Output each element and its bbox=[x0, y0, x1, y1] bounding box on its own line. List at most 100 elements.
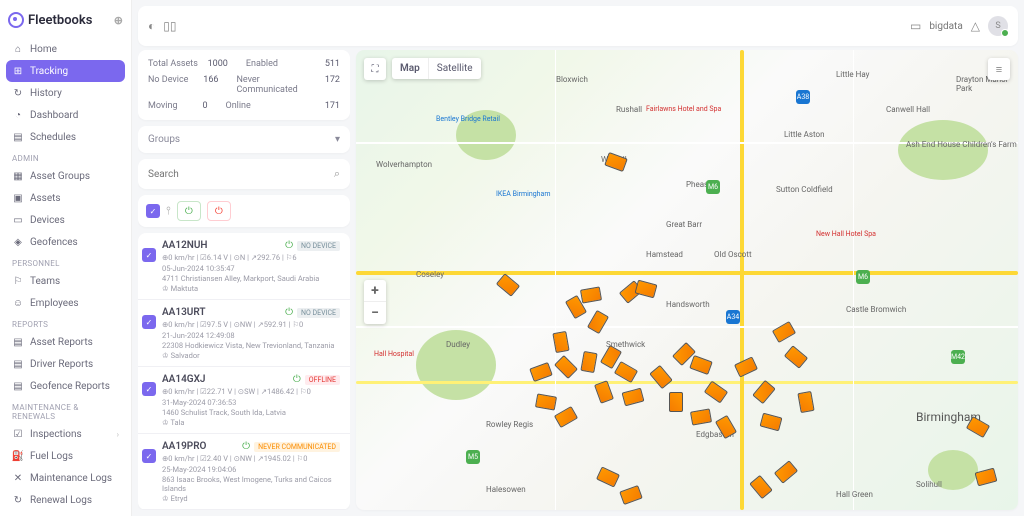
zoom-out-button[interactable]: − bbox=[364, 302, 386, 324]
nav-fuel-logs[interactable]: ⛽Fuel Logs bbox=[6, 445, 125, 467]
section-title: REPORTS bbox=[6, 314, 125, 331]
nav-schedules[interactable]: ▤Schedules bbox=[6, 126, 125, 148]
place-label: Solihull bbox=[916, 480, 942, 489]
asset-card[interactable]: ✓ AA12NUH⏻NO DEVICE ⊕0 km/hr | ☑6.14 V |… bbox=[138, 233, 350, 300]
nav-geofences[interactable]: ◈Geofences bbox=[6, 231, 125, 253]
asset-card[interactable]: ✓ AA19PRO⏻NEVER COMMUNICATED ⊕0 km/hr | … bbox=[138, 434, 350, 510]
card-icon[interactable]: ▭ bbox=[910, 19, 921, 33]
place-label: Little Aston bbox=[784, 130, 825, 139]
place-label: Wolverhampton bbox=[376, 160, 432, 169]
nav-driver-reports[interactable]: ▤Driver Reports bbox=[6, 353, 125, 375]
avatar[interactable]: S bbox=[988, 16, 1008, 36]
nav-asset-reports[interactable]: ▤Asset Reports bbox=[6, 331, 125, 353]
asset-checkbox[interactable]: ✓ bbox=[142, 449, 156, 463]
asset-id: AA19PRO bbox=[162, 441, 206, 452]
asset-checkbox[interactable]: ✓ bbox=[142, 382, 156, 396]
nav-teams[interactable]: ⚐Teams bbox=[6, 270, 125, 292]
status-badge: NO DEVICE bbox=[297, 308, 340, 318]
tracking-icon: ⊞ bbox=[12, 65, 24, 77]
place-label: Handsworth bbox=[666, 300, 710, 309]
asset-list: ✓ AA12NUH⏻NO DEVICE ⊕0 km/hr | ☑6.14 V |… bbox=[138, 233, 350, 510]
asset-meta: ⊕0 km/hr | ☑22.71 V | ⊙SW | ↗1486.42 | ⚐… bbox=[162, 387, 340, 396]
section-title: CONFIG bbox=[6, 511, 125, 516]
asset-timestamp: 31-May-2024 07:36:53 bbox=[162, 398, 340, 407]
bigdata-label[interactable]: bigdata bbox=[929, 21, 962, 32]
nav-tracking[interactable]: ⊞Tracking bbox=[6, 60, 125, 82]
nav-assets[interactable]: ▣Assets bbox=[6, 187, 125, 209]
zoom-in-button[interactable]: + bbox=[364, 280, 386, 302]
asset-checkbox[interactable]: ✓ bbox=[142, 315, 156, 329]
power-icon: ⏻ bbox=[285, 240, 293, 251]
moon-icon[interactable]: ◐ bbox=[148, 19, 155, 33]
asset-driver: ♔ Etryd bbox=[162, 494, 340, 503]
place-label: Ash End House Children's Farm bbox=[906, 140, 1017, 149]
asset-driver: ♔ Maktuta bbox=[162, 284, 340, 293]
brand-name: Fleetbooks bbox=[28, 13, 92, 28]
map-type-toggle: Map Satellite bbox=[392, 58, 481, 79]
bell-icon[interactable]: △ bbox=[971, 19, 980, 33]
nav-dashboard[interactable]: ◔Dashboard bbox=[6, 104, 125, 126]
asset-card[interactable]: ✓ AA14GXJ⏻OFFLINE ⊕0 km/hr | ☑22.71 V | … bbox=[138, 367, 350, 434]
map[interactable]: BirminghamWolverhamptonDudleySutton Cold… bbox=[356, 50, 1018, 510]
search-input[interactable] bbox=[148, 169, 328, 180]
nav-asset-groups[interactable]: ▦Asset Groups bbox=[6, 165, 125, 187]
status-badge: NEVER COMMUNICATED bbox=[254, 442, 340, 452]
power-off-button[interactable]: ⏻ bbox=[207, 201, 231, 221]
section-title: MAINTENANCE & RENEWALS bbox=[6, 397, 125, 423]
asset-driver: ♔ Tala bbox=[162, 418, 340, 427]
asset-id: AA13URT bbox=[162, 307, 206, 318]
road-shield: A38 bbox=[796, 90, 810, 104]
asset-meta: ⊕0 km/hr | ☑2.40 V | ⊙NW | ↗1945.02 | ⚐0 bbox=[162, 454, 340, 463]
place-label: Castle Bromwich bbox=[846, 305, 906, 314]
list-toggle-button[interactable]: ≡ bbox=[988, 58, 1010, 80]
place-label: Little Hay bbox=[836, 70, 869, 79]
road-shield: A34 bbox=[726, 310, 740, 324]
place-label: Great Barr bbox=[666, 220, 702, 229]
asset-id: AA12NUH bbox=[162, 240, 208, 251]
groups-label: Groups bbox=[148, 134, 180, 145]
search-icon[interactable]: ⌕ bbox=[334, 167, 340, 181]
asset-meta: ⊕0 km/hr | ☑97.5 V | ⊙NW | ↗592.91 | ⚐0 bbox=[162, 320, 340, 329]
stat-row: No Device166Never Communicated172 bbox=[148, 72, 340, 98]
place-label: Halesowen bbox=[486, 485, 526, 494]
map-type-satellite[interactable]: Satellite bbox=[429, 58, 481, 79]
poi-label: New Hall Hotel Spa bbox=[816, 230, 876, 238]
dashboard-icon: ◔ bbox=[12, 109, 24, 121]
home-icon: ⌂ bbox=[12, 43, 24, 55]
filter-row: ✓ ⫯ ⏻ ⏻ bbox=[138, 195, 350, 227]
book-icon[interactable]: ▯▯ bbox=[163, 19, 176, 33]
asset-checkbox[interactable]: ✓ bbox=[142, 248, 156, 262]
place-label: Old Oscott bbox=[714, 250, 752, 259]
nav-maintenance-logs[interactable]: ✕Maintenance Logs bbox=[6, 467, 125, 489]
place-label: Hamstead bbox=[646, 250, 683, 259]
select-all-checkbox[interactable]: ✓ bbox=[146, 204, 160, 218]
nav-devices[interactable]: ▭Devices bbox=[6, 209, 125, 231]
poi-label: Bentley Bridge Retail bbox=[436, 115, 500, 123]
place-label: Dudley bbox=[446, 340, 470, 349]
map-type-map[interactable]: Map bbox=[392, 58, 429, 79]
poi-label: Fairlawns Hotel and Spa bbox=[646, 105, 721, 113]
power-on-button[interactable]: ⏻ bbox=[177, 201, 201, 221]
place-label: Hall Green bbox=[836, 490, 873, 499]
nav-home[interactable]: ⌂Home bbox=[6, 38, 125, 60]
road-shield: M5 bbox=[466, 450, 480, 464]
nav-inspections[interactable]: ☑Inspections› bbox=[6, 423, 125, 445]
asset-address: 22308 Hodkiewicz Vista, New Trevionland,… bbox=[162, 341, 340, 350]
power-icon: ⏻ bbox=[285, 307, 293, 318]
vehicle-marker[interactable] bbox=[669, 392, 683, 412]
nav-geofence-reports[interactable]: ▤Geofence Reports bbox=[6, 375, 125, 397]
asset-card[interactable]: ✓ AA13URT ⏻ NO DEVICE ⊕0 km/hr | ☑97.5 V |… bbox=[138, 300, 350, 367]
asset-address: 1460 Schulist Track, South Ida, Latvia bbox=[162, 408, 340, 417]
nav-employees[interactable]: ☺Employees bbox=[6, 292, 125, 314]
power-icon: ⏻ bbox=[293, 374, 301, 385]
groups-dropdown[interactable]: Groups ▾ bbox=[138, 126, 350, 153]
nav-history[interactable]: ↻History bbox=[6, 82, 125, 104]
status-badge: NO DEVICE bbox=[297, 241, 340, 251]
nav-renewal-logs[interactable]: ↻Renewal Logs bbox=[6, 489, 125, 511]
asset-id: AA14GXJ bbox=[162, 374, 206, 385]
filter-icon[interactable]: ⫯ bbox=[166, 204, 171, 218]
stat-row: Moving0Online171 bbox=[148, 98, 340, 114]
place-label: Sutton Coldfield bbox=[776, 185, 833, 194]
gear-icon[interactable]: ⊕ bbox=[114, 14, 123, 27]
fullscreen-button[interactable]: ⛶ bbox=[364, 58, 386, 80]
